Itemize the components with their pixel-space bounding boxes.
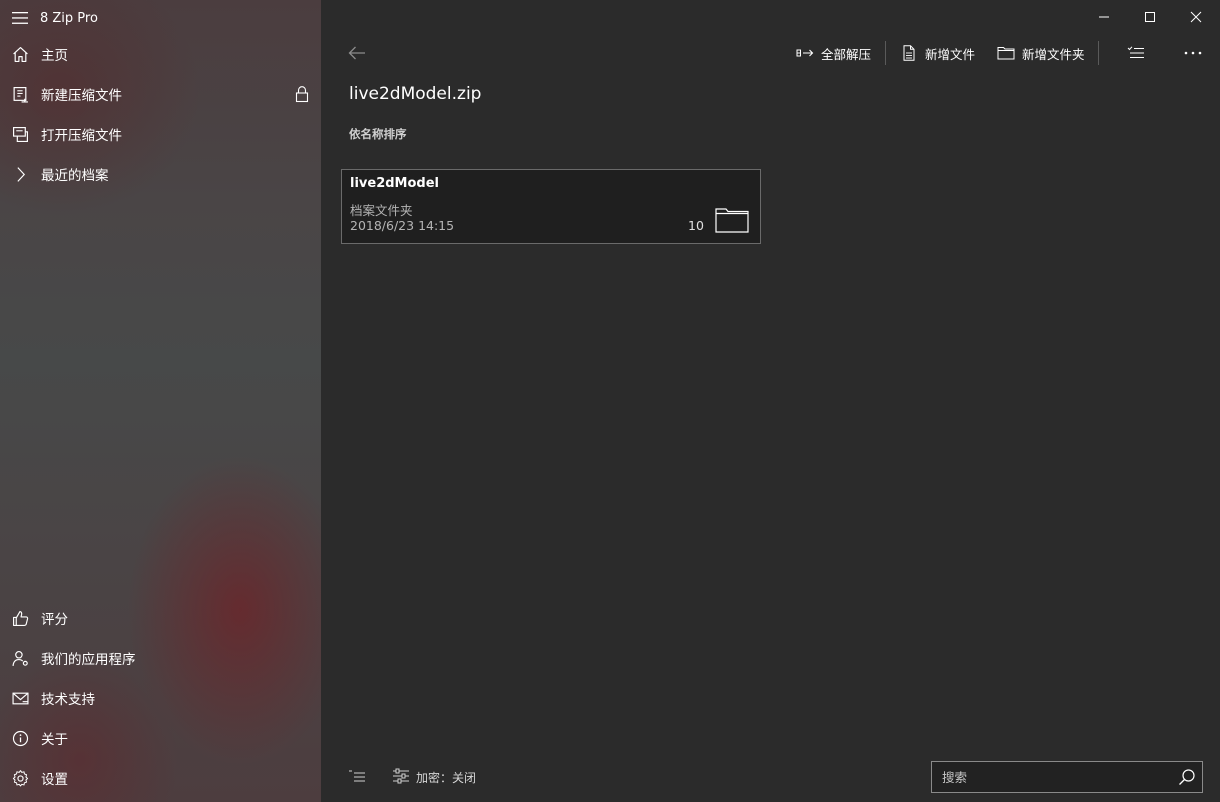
sidebar-item-label: 最近的档案 <box>41 168 109 184</box>
chevron-right-icon <box>0 154 40 194</box>
info-icon <box>0 718 40 758</box>
sidebar-item-our-apps[interactable]: 我们的应用程序 <box>0 638 321 678</box>
new-folder-label: 新增文件夹 <box>1022 46 1085 62</box>
sidebar-item-support[interactable]: 技术支持 <box>0 678 321 718</box>
arrow-left-icon <box>348 46 365 60</box>
extract-icon <box>796 49 814 57</box>
sidebar-item-about[interactable]: 关于 <box>0 718 321 758</box>
item-date: 2018/6/23 14:15 <box>350 218 455 233</box>
sidebar-item-rate[interactable]: 评分 <box>0 598 321 638</box>
gear-icon <box>0 758 40 798</box>
item-count: 10 <box>688 218 704 233</box>
toolbar-divider <box>1098 41 1099 65</box>
sidebar-item-home[interactable]: 主页 <box>0 34 321 74</box>
sidebar-item-open-archive[interactable]: 打开压缩文件 <box>0 114 321 154</box>
sidebar-item-label: 关于 <box>41 732 68 748</box>
select-mode-button[interactable] <box>1127 38 1152 68</box>
item-type: 档案文件夹 <box>350 203 413 218</box>
hamburger-menu-button[interactable] <box>0 0 40 36</box>
new-file-label: 新增文件 <box>925 46 976 62</box>
app-title: 8 Zip Pro <box>40 10 98 26</box>
sidebar-item-label: 评分 <box>41 612 68 628</box>
search-input[interactable] <box>932 762 1168 792</box>
new-file-button[interactable]: 新增文件 <box>900 38 975 68</box>
toolbar-divider <box>885 41 886 65</box>
checklist-icon <box>1127 46 1144 58</box>
minimize-button[interactable] <box>1081 0 1127 34</box>
main-content: 全部解压 新增文件 新增文件夹 live2dModel.zip 依名称排序 li… <box>321 0 1220 802</box>
sidebar-item-label: 技术支持 <box>41 692 95 708</box>
extract-all-label: 全部解压 <box>821 46 872 62</box>
mail-icon <box>0 678 40 718</box>
open-archive-icon <box>0 114 40 154</box>
archive-item-tile[interactable]: live2dModel 档案文件夹 2018/6/23 14:15 10 <box>341 169 761 244</box>
person-apps-icon <box>0 638 40 678</box>
maximize-button[interactable] <box>1127 0 1173 34</box>
folder-icon <box>715 208 749 233</box>
encryption-status[interactable]: 加密：关闭 <box>416 769 476 786</box>
sidebar-item-label: 我们的应用程序 <box>41 652 136 668</box>
folder-icon <box>997 47 1015 60</box>
archive-title: live2dModel.zip <box>349 84 482 104</box>
minimize-icon <box>1099 16 1109 18</box>
search-box <box>931 761 1203 793</box>
close-button[interactable] <box>1173 0 1219 34</box>
lock-icon <box>295 86 309 103</box>
sidebar-item-label: 设置 <box>41 772 68 788</box>
sidebar-item-settings[interactable]: 设置 <box>0 758 321 798</box>
sort-order-button[interactable]: 依名称排序 <box>349 126 407 142</box>
hamburger-icon <box>12 12 28 24</box>
search-icon[interactable] <box>1178 768 1196 786</box>
close-icon <box>1190 11 1202 23</box>
view-list-button[interactable] <box>347 768 367 784</box>
more-options-button[interactable] <box>1183 38 1210 68</box>
home-icon <box>0 34 40 74</box>
sidebar: 8 Zip Pro 主页 新建压缩文件 打开压缩文件 最近的档案 评分 我们的应… <box>0 0 321 802</box>
new-archive-icon <box>0 74 40 114</box>
sliders-icon[interactable] <box>392 768 410 784</box>
sidebar-item-new-archive[interactable]: 新建压缩文件 <box>0 74 321 114</box>
more-dots-icon <box>1184 51 1202 55</box>
back-button[interactable] <box>343 40 371 66</box>
document-icon <box>903 45 915 61</box>
app-title-bar: 8 Zip Pro <box>0 0 321 36</box>
extract-all-button[interactable]: 全部解压 <box>796 38 871 68</box>
sidebar-item-label: 打开压缩文件 <box>41 128 122 144</box>
new-folder-button[interactable]: 新增文件夹 <box>997 38 1085 68</box>
thumbs-up-icon <box>0 598 40 638</box>
maximize-icon <box>1145 12 1155 22</box>
sidebar-item-label: 新建压缩文件 <box>41 88 122 104</box>
sidebar-item-recent-archives[interactable]: 最近的档案 <box>0 154 321 194</box>
sidebar-item-label: 主页 <box>41 48 68 64</box>
item-name: live2dModel <box>350 176 440 191</box>
